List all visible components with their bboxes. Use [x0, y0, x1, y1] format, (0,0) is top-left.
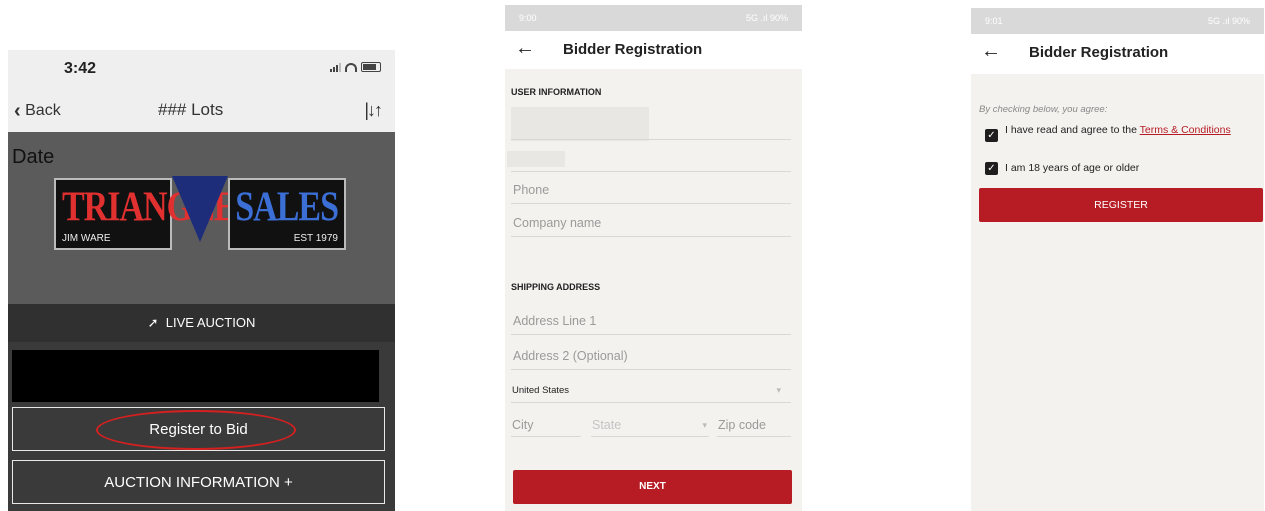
app-bar: ← Bidder Registration — [505, 31, 802, 69]
state-placeholder: State — [592, 418, 622, 432]
gavel-icon: ➚ — [147, 315, 159, 330]
company-field[interactable]: Company name — [511, 212, 791, 237]
back-arrow-icon[interactable]: ← — [515, 37, 535, 60]
battery-icon — [361, 62, 381, 72]
terms-link[interactable]: Terms & Conditions — [1140, 124, 1231, 136]
status-indicators: 5G .ıl 90% — [1207, 16, 1250, 26]
bidder-registration-terms-screen: 9:01 5G .ıl 90% ← Bidder Registration By… — [971, 8, 1264, 511]
status-time: 9:00 — [519, 13, 537, 23]
dropdown-arrow-icon: ▾ — [702, 420, 707, 430]
phone-field[interactable]: Phone — [511, 179, 791, 204]
terms-checkbox[interactable]: ✓ — [985, 129, 998, 142]
live-auction-label: LIVE AUCTION — [165, 315, 256, 330]
user-info-header: USER INFORMATION — [511, 87, 602, 97]
back-button[interactable]: ‹ Back — [14, 100, 61, 123]
logo-sub-left: JIM WARE — [62, 233, 111, 244]
terms-body: By checking below, you agree: ✓ I have r… — [971, 74, 1264, 511]
logo-word-right: SALES — [235, 184, 339, 231]
wifi-icon — [345, 62, 357, 72]
age-label: I am 18 years of age or older — [1005, 162, 1140, 174]
address2-field[interactable]: Address 2 (Optional) — [511, 345, 791, 370]
app-bar: ← Bidder Registration — [971, 34, 1264, 74]
terms-prefix: I have read and agree to the — [1005, 124, 1140, 136]
logo-left-panel: TRIANGLE JIM WARE — [54, 178, 236, 250]
checkbox-checked-icon: ✓ — [987, 163, 996, 174]
auction-hero: Date TRIANGLE JIM WARE SALES EST 1979 — [8, 132, 395, 304]
auction-lots-screen: 3:42 ‹ Back ### Lots |↓↑ Date TRIANGLE J… — [8, 50, 395, 511]
logo-sub-right: EST 1979 — [293, 233, 338, 244]
status-indicators: 5G .ıl 90% — [745, 13, 788, 23]
checkbox-checked-icon: ✓ — [987, 130, 996, 141]
logo-triangle — [172, 176, 228, 242]
shipping-header: SHIPPING ADDRESS — [511, 282, 601, 292]
age-checkbox[interactable]: ✓ — [985, 162, 998, 175]
state-select[interactable]: State ▾ — [591, 414, 709, 437]
register-to-bid-button[interactable]: Register to Bid — [12, 407, 385, 451]
name-field[interactable] — [511, 115, 791, 140]
next-button[interactable]: NEXT — [513, 470, 792, 504]
bidder-registration-form-screen: 9:00 5G .ıl 90% ← Bidder Registration US… — [505, 5, 802, 511]
address1-placeholder: Address Line 1 — [513, 314, 597, 328]
phone-placeholder: Phone — [513, 183, 550, 197]
status-time: 3:42 — [64, 60, 97, 77]
live-auction-banner: ➚ LIVE AUCTION — [8, 304, 395, 342]
zip-field[interactable]: Zip code — [717, 414, 791, 437]
address1-field[interactable]: Address Line 1 — [511, 310, 791, 335]
register-button[interactable]: REGISTER — [979, 188, 1263, 222]
email-field[interactable] — [511, 147, 791, 172]
city-placeholder: City — [512, 418, 534, 432]
country-value: United States — [512, 385, 570, 396]
page-title: Bidder Registration — [563, 41, 703, 58]
page-title: Bidder Registration — [1029, 44, 1169, 61]
terms-text: I have read and agree to the Terms & Con… — [1005, 125, 1255, 136]
nav-bar: ‹ Back ### Lots |↓↑ — [8, 86, 395, 132]
address2-placeholder: Address 2 (Optional) — [513, 349, 628, 363]
status-time: 9:01 — [985, 16, 1003, 26]
dropdown-arrow-icon: ▾ — [776, 385, 781, 395]
company-placeholder: Company name — [513, 216, 602, 230]
signal-icon — [330, 62, 341, 72]
status-icons — [330, 62, 381, 72]
sliders-icon[interactable]: |↓↑ — [364, 100, 383, 121]
redacted-block — [12, 350, 379, 402]
logo-right-panel: SALES EST 1979 — [228, 178, 346, 250]
chevron-left-icon: ‹ — [14, 100, 21, 122]
auction-date: Date — [12, 146, 55, 168]
form-body: USER INFORMATION Phone Company name SHIP… — [505, 69, 802, 511]
company-logo: TRIANGLE JIM WARE SALES EST 1979 — [54, 176, 346, 258]
agree-label: By checking below, you agree: — [979, 104, 1108, 115]
zip-placeholder: Zip code — [718, 418, 766, 432]
city-field[interactable]: City — [511, 414, 581, 437]
back-label: Back — [25, 102, 61, 119]
page-title: ### Lots — [158, 100, 224, 119]
auction-information-button[interactable]: AUCTION INFORMATION + — [12, 460, 385, 504]
status-bar: 9:00 5G .ıl 90% — [505, 5, 802, 31]
status-bar: 9:01 5G .ıl 90% — [971, 8, 1264, 34]
country-select[interactable]: United States ▾ — [511, 382, 791, 403]
status-bar: 3:42 — [8, 50, 395, 86]
back-arrow-icon[interactable]: ← — [981, 40, 1001, 63]
